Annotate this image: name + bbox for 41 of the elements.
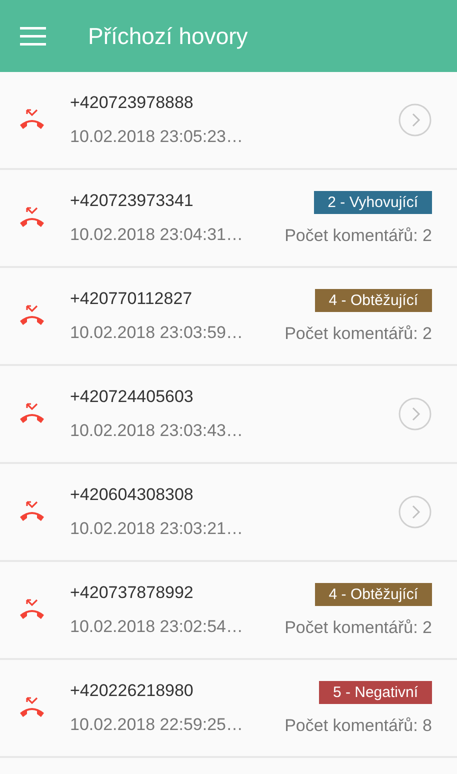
comment-count: Počet komentářů: 8 (284, 716, 432, 736)
call-time: 10.02.2018 23:03:43… (70, 421, 244, 441)
missed-call-icon (18, 501, 46, 523)
missed-call-icon (18, 109, 46, 131)
missed-call-icon (18, 305, 46, 327)
missed-call-icon (18, 697, 46, 719)
comment-count: Počet komentářů: 2 (284, 226, 432, 246)
call-row[interactable]: +420737878992 10.02.2018 23:02:54… 4 - Obtěžující Počet komentářů: 2 (0, 562, 457, 660)
phone-number: +420226218980 (70, 681, 194, 701)
rating-tag: 5 - Negativní (318, 680, 432, 704)
rating-tag: 2 - Vyhovující (314, 190, 432, 214)
phone-number: +420723973341 (70, 191, 194, 211)
comment-count: Počet komentářů: 2 (284, 618, 432, 638)
missed-call-icon (18, 599, 46, 621)
phone-number: +420724405603 (70, 387, 194, 407)
call-time: 10.02.2018 23:04:31… (70, 225, 244, 245)
call-time: 10.02.2018 23:03:21… (70, 519, 244, 539)
call-time: 10.02.2018 22:59:25… (70, 715, 244, 735)
phone-number: +420723978888 (70, 93, 194, 113)
call-time: 10.02.2018 23:03:59… (70, 323, 244, 343)
phone-number: +420737878992 (70, 583, 194, 603)
call-time: 10.02.2018 23:02:54… (70, 617, 244, 637)
chevron-right-icon[interactable] (398, 495, 432, 529)
rating-tag: 4 - Obtěžující (314, 582, 432, 606)
chevron-right-icon[interactable] (398, 103, 432, 137)
menu-icon[interactable] (20, 26, 46, 46)
call-time: 10.02.2018 23:05:23… (70, 127, 244, 147)
call-row[interactable]: +420723973341 10.02.2018 23:04:31… 2 - Vyhovující Počet komentářů: 2 (0, 170, 457, 268)
chevron-right-icon[interactable] (398, 397, 432, 431)
call-row[interactable]: +420226218980 10.02.2018 22:59:25… 5 - Negativní Počet komentářů: 8 (0, 660, 457, 758)
missed-call-icon (18, 207, 46, 229)
call-row[interactable]: +420724405603 10.02.2018 23:03:43… (0, 366, 457, 464)
missed-call-icon (18, 403, 46, 425)
screen-title: Příchozí hovory (88, 22, 248, 50)
rating-tag: 4 - Obtěžující (314, 288, 432, 312)
call-row[interactable]: +420604308308 10.02.2018 23:03:21… (0, 464, 457, 562)
comment-count: Počet komentářů: 2 (284, 324, 432, 344)
phone-number: +420770112827 (70, 289, 194, 309)
phone-number: +420604308308 (70, 485, 194, 505)
call-row[interactable]: +420770112827 10.02.2018 23:03:59… 4 - Obtěžující Počet komentářů: 2 (0, 268, 457, 366)
call-row[interactable]: +420723978888 10.02.2018 23:05:23… (0, 72, 457, 170)
